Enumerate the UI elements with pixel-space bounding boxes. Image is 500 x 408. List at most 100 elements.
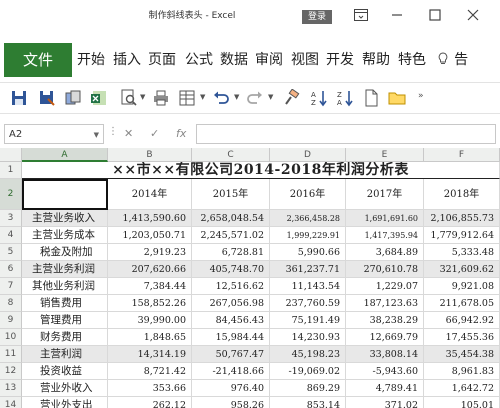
value-cell[interactable]: 66,942.92 <box>424 312 500 329</box>
value-cell[interactable]: 33,808.14 <box>346 346 424 363</box>
tab-view[interactable]: 视图 <box>291 43 319 77</box>
sort-descending-icon[interactable]: ZA <box>336 89 354 107</box>
column-header-d[interactable]: D <box>270 148 346 162</box>
tab-developer[interactable]: 开发 <box>326 43 354 77</box>
year-header-cell[interactable]: 2016年 <box>270 179 346 210</box>
value-cell[interactable]: 853.14 <box>270 397 346 408</box>
value-cell[interactable]: 270,610.78 <box>346 261 424 278</box>
row-label-cell[interactable]: 财务费用 <box>22 329 108 346</box>
tab-special[interactable]: 特色 <box>398 43 426 77</box>
print-preview-icon[interactable] <box>120 89 138 107</box>
value-cell[interactable]: 267,056.98 <box>192 295 270 312</box>
row-label-cell[interactable]: 营业外支出 <box>22 397 108 408</box>
year-header-cell[interactable]: 2017年 <box>346 179 424 210</box>
row-header[interactable]: 10 <box>0 329 22 346</box>
row-header[interactable]: 3 <box>0 210 22 227</box>
redo-icon[interactable] <box>246 89 264 107</box>
column-header-b[interactable]: B <box>108 148 192 162</box>
value-cell[interactable]: -19,069.02 <box>270 363 346 380</box>
new-file-icon[interactable] <box>362 89 380 107</box>
value-cell[interactable]: 405,748.70 <box>192 261 270 278</box>
row-label-cell[interactable]: 主营业务利润 <box>22 261 108 278</box>
row-header[interactable]: 13 <box>0 380 22 397</box>
value-cell[interactable]: 211,678.05 <box>424 295 500 312</box>
cancel-icon[interactable]: ✕ <box>124 124 133 144</box>
value-cell[interactable]: 321,609.62 <box>424 261 500 278</box>
column-header-a[interactable]: A <box>22 148 108 162</box>
column-header-c[interactable]: C <box>192 148 270 162</box>
value-cell[interactable]: 958.26 <box>192 397 270 408</box>
value-cell[interactable]: 8,721.42 <box>108 363 192 380</box>
value-cell[interactable]: 187,123.63 <box>346 295 424 312</box>
row-header[interactable]: 8 <box>0 295 22 312</box>
value-cell[interactable]: 1,229.07 <box>346 278 424 295</box>
value-cell[interactable]: -21,418.66 <box>192 363 270 380</box>
value-cell[interactable]: 262.12 <box>108 397 192 408</box>
tell-me-search[interactable]: 告 <box>438 43 468 77</box>
formula-input[interactable] <box>196 124 496 144</box>
value-cell[interactable]: 1,848.65 <box>108 329 192 346</box>
tab-home[interactable]: 开始 <box>77 43 105 77</box>
value-cell[interactable]: 3,684.89 <box>346 244 424 261</box>
chevron-down-icon[interactable]: ▼ <box>200 93 205 101</box>
tab-data[interactable]: 数据 <box>220 43 248 77</box>
open-folder-icon[interactable] <box>388 89 406 107</box>
name-box[interactable]: A2 ▼ <box>4 124 104 144</box>
year-header-cell[interactable]: 2014年 <box>108 179 192 210</box>
value-cell[interactable]: 1,413,590.60 <box>108 210 192 227</box>
chevron-down-icon[interactable]: ▼ <box>268 93 273 101</box>
value-cell[interactable]: 158,852.26 <box>108 295 192 312</box>
value-cell[interactable]: 14,230.93 <box>270 329 346 346</box>
value-cell[interactable]: 2,245,571.02 <box>192 227 270 244</box>
value-cell[interactable]: 1,417,395.94 <box>346 227 424 244</box>
value-cell[interactable]: 14,314.19 <box>108 346 192 363</box>
value-cell[interactable]: 361,237.71 <box>270 261 346 278</box>
value-cell[interactable]: 15,984.44 <box>192 329 270 346</box>
print-icon[interactable] <box>152 89 170 107</box>
value-cell[interactable]: 1,999,229.91 <box>270 227 346 244</box>
row-header[interactable]: 5 <box>0 244 22 261</box>
row-header[interactable]: 11 <box>0 346 22 363</box>
save-icon[interactable] <box>10 89 28 107</box>
row-header[interactable]: 9 <box>0 312 22 329</box>
undo-icon[interactable] <box>212 89 230 107</box>
value-cell[interactable]: 8,961.83 <box>424 363 500 380</box>
row-label-cell[interactable]: 管理费用 <box>22 312 108 329</box>
year-header-cell[interactable]: 2018年 <box>424 179 500 210</box>
spreadsheet-grid[interactable]: A B C D E F 1 2 3 4 5 6 7 8 9 10 11 12 13 14 ××市××有限公… <box>0 148 500 408</box>
value-cell[interactable]: 7,384.44 <box>108 278 192 295</box>
value-cell[interactable]: 237,760.59 <box>270 295 346 312</box>
value-cell[interactable]: 1,642.72 <box>424 380 500 397</box>
value-cell[interactable]: 105.01 <box>424 397 500 408</box>
row-label-cell[interactable]: 主营业务收入 <box>22 210 108 227</box>
row-header[interactable]: 4 <box>0 227 22 244</box>
value-cell[interactable]: 9,921.08 <box>424 278 500 295</box>
chevron-down-icon[interactable]: ▼ <box>94 125 99 145</box>
value-cell[interactable]: 11,143.54 <box>270 278 346 295</box>
tab-help[interactable]: 帮助 <box>362 43 390 77</box>
excel-icon[interactable] <box>90 89 108 107</box>
maximize-icon[interactable] <box>426 8 444 26</box>
value-cell[interactable]: 2,658,048.54 <box>192 210 270 227</box>
value-cell[interactable]: 17,455.36 <box>424 329 500 346</box>
value-cell[interactable]: -5,943.60 <box>346 363 424 380</box>
value-cell[interactable]: 4,789.41 <box>346 380 424 397</box>
tab-file[interactable]: 文件 <box>4 43 72 77</box>
value-cell[interactable]: 5,333.48 <box>424 244 500 261</box>
tab-page-layout[interactable]: 页面 <box>148 43 176 77</box>
chevron-down-icon[interactable]: ▼ <box>140 93 145 101</box>
minimize-icon[interactable] <box>388 8 406 26</box>
close-icon[interactable] <box>464 8 482 26</box>
value-cell[interactable]: 5,990.66 <box>270 244 346 261</box>
table-title[interactable]: ××市××有限公司2014-2018年利润分析表 <box>22 162 500 179</box>
value-cell[interactable]: 84,456.43 <box>192 312 270 329</box>
row-label-cell[interactable]: 投资收益 <box>22 363 108 380</box>
row-label-cell[interactable]: 销售费用 <box>22 295 108 312</box>
ribbon-display-options-icon[interactable] <box>352 8 370 26</box>
year-header-cell[interactable]: 2015年 <box>192 179 270 210</box>
row-label-cell[interactable]: 税金及附加 <box>22 244 108 261</box>
tab-insert[interactable]: 插入 <box>113 43 141 77</box>
login-button[interactable]: 登录 <box>302 10 332 24</box>
tab-review[interactable]: 审阅 <box>255 43 283 77</box>
row-header[interactable]: 2 <box>0 179 22 210</box>
